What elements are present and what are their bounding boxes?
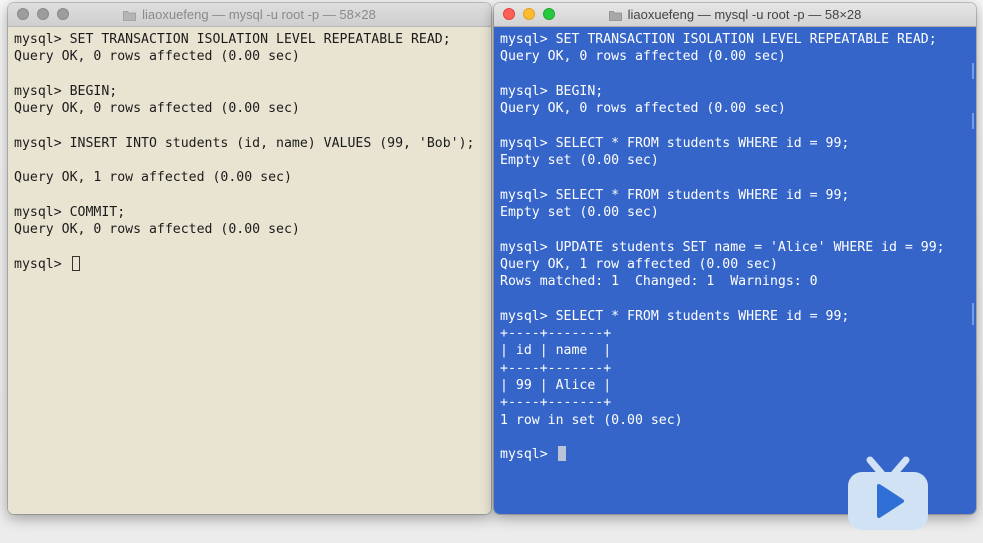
window-controls-left	[17, 8, 69, 20]
terminal-line: | 99 | Alice |	[500, 377, 612, 393]
video-site-logo	[846, 454, 930, 534]
terminal-line: mysql> SET TRANSACTION ISOLATION LEVEL R…	[14, 32, 451, 47]
terminal-line: | id | name |	[500, 343, 612, 359]
zoom-button[interactable]	[57, 8, 69, 20]
scroll-indicator	[972, 63, 974, 79]
desktop: liaoxuefeng — mysql -u root -p — 58×28 m…	[0, 0, 983, 543]
terminal-line: mysql> BEGIN;	[500, 83, 604, 99]
terminal-line: Query OK, 0 rows affected (0.00 sec)	[14, 49, 300, 65]
terminal-line: Empty set (0.00 sec)	[500, 204, 659, 220]
terminal-line: mysql> INSERT INTO students (id, name) V…	[14, 135, 475, 151]
terminal-line: Query OK, 0 rows affected (0.00 sec)	[500, 101, 786, 117]
window-title: liaoxuefeng — mysql -u root -p — 58×28	[142, 7, 376, 22]
prompt: mysql>	[14, 256, 70, 272]
terminal-line: +----+-------+	[500, 360, 612, 376]
terminal-line: 1 row in set (0.00 sec)	[500, 412, 683, 428]
folder-icon	[123, 10, 137, 21]
terminal-window-left[interactable]: liaoxuefeng — mysql -u root -p — 58×28 m…	[8, 3, 491, 514]
terminal-output-right[interactable]: mysql> SET TRANSACTION ISOLATION LEVEL R…	[494, 27, 976, 514]
terminal-line: Empty set (0.00 sec)	[500, 153, 659, 169]
terminal-line: Query OK, 0 rows affected (0.00 sec)	[14, 101, 300, 117]
scroll-indicator	[972, 303, 974, 325]
close-button[interactable]	[17, 8, 29, 20]
terminal-line: mysql> COMMIT;	[14, 204, 126, 220]
terminal-line: mysql> SELECT * FROM students WHERE id =…	[500, 308, 850, 324]
terminal-line: +----+-------+	[500, 326, 612, 342]
close-button[interactable]	[503, 8, 515, 20]
terminal-line: Query OK, 1 row affected (0.00 sec)	[500, 256, 778, 272]
terminal-line: Query OK, 1 row affected (0.00 sec)	[14, 170, 292, 186]
terminal-line: mysql> SELECT * FROM students WHERE id =…	[500, 187, 850, 203]
window-controls-right	[503, 8, 555, 20]
text-cursor	[71, 255, 80, 271]
scroll-indicator	[972, 113, 974, 129]
titlebar-right[interactable]: liaoxuefeng — mysql -u root -p — 58×28	[494, 3, 976, 27]
minimize-button[interactable]	[523, 8, 535, 20]
terminal-line: mysql> SELECT * FROM students WHERE id =…	[500, 135, 850, 151]
terminal-line: +----+-------+	[500, 395, 612, 411]
terminal-line: Query OK, 0 rows affected (0.00 sec)	[14, 222, 300, 238]
minimize-button[interactable]	[37, 8, 49, 20]
terminal-output-left[interactable]: mysql> SET TRANSACTION ISOLATION LEVEL R…	[8, 27, 491, 514]
text-cursor	[557, 446, 566, 462]
terminal-line: mysql> BEGIN;	[14, 83, 118, 99]
titlebar-left[interactable]: liaoxuefeng — mysql -u root -p — 58×28	[8, 3, 491, 27]
terminal-line: Rows matched: 1 Changed: 1 Warnings: 0	[500, 274, 818, 290]
window-title: liaoxuefeng — mysql -u root -p — 58×28	[627, 7, 862, 22]
prompt: mysql>	[500, 447, 556, 463]
folder-icon	[608, 10, 622, 21]
terminal-line: mysql> UPDATE students SET name = 'Alice…	[500, 239, 945, 255]
terminal-window-right[interactable]: liaoxuefeng — mysql -u root -p — 58×28 m…	[494, 3, 976, 514]
prompt-line[interactable]: mysql>	[14, 255, 485, 273]
terminal-line: Query OK, 0 rows affected (0.00 sec)	[500, 49, 786, 65]
terminal-line: mysql> SET TRANSACTION ISOLATION LEVEL R…	[500, 32, 937, 47]
zoom-button[interactable]	[543, 8, 555, 20]
